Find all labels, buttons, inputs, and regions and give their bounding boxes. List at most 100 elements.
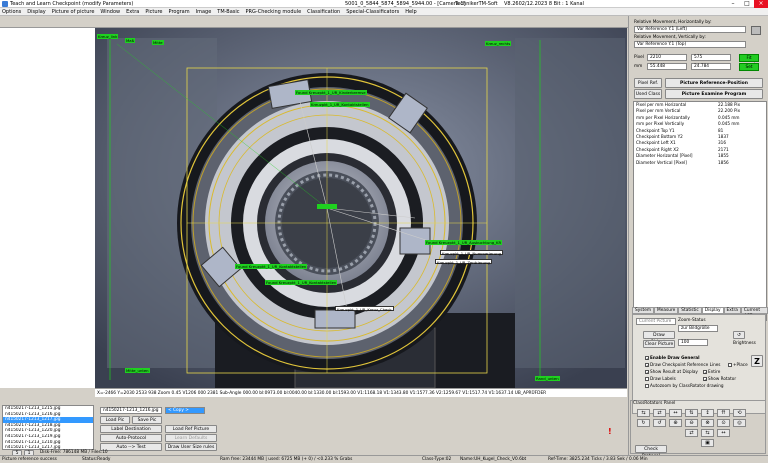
rotator-17-icon[interactable]: ↔	[717, 429, 730, 437]
mode-select[interactable]: Current Picture	[636, 318, 676, 325]
image-viewer[interactable]: Kreuz_link Maß Mitte Kreuz_rechts Mitte_…	[95, 28, 627, 388]
tab-bar: System Measure Statistic Display Extra C…	[632, 307, 768, 319]
check-protocol-button[interactable]: Check Protocol	[635, 445, 667, 459]
rotator-4-icon[interactable]: ⇅	[685, 409, 698, 417]
menu-prg-checking[interactable]: PRG-Checking module	[246, 9, 302, 15]
rotator-5-icon[interactable]: ↕	[701, 409, 714, 417]
rotator-3-icon[interactable]: ↔	[669, 409, 682, 417]
rotator-12-icon[interactable]: ⊗	[701, 419, 714, 427]
pixel-ref-button[interactable]: Pixel Ref.	[634, 78, 662, 88]
place-check[interactable]: +Place	[728, 362, 748, 367]
detection-label: Kreuzpkt_1_UR_Kontaktstellen	[310, 102, 370, 107]
entire-check[interactable]: ✓ Entire	[703, 369, 720, 374]
menu-display[interactable]: Display	[27, 9, 45, 15]
current-file-select[interactable]: n4150217-1213_1216.jpg	[100, 407, 162, 414]
show-result-check[interactable]: ✓ Show Result at Display	[645, 369, 698, 374]
pixel-label: Pixel	[634, 55, 644, 60]
param-row: Diameter Vertical [Pixel] 1856	[636, 159, 729, 165]
printer-icon[interactable]	[751, 26, 761, 35]
minimize-icon[interactable]: –	[726, 0, 740, 8]
load-ref-button[interactable]: Load Ref Picture	[165, 425, 217, 433]
rotator-10-icon[interactable]: ⊕	[669, 419, 682, 427]
draw-user-size-button[interactable]: Draw User Size rules	[165, 443, 217, 451]
mm-x-field[interactable]: 55.448	[647, 63, 687, 70]
rotator-8-icon[interactable]: ↻	[637, 419, 650, 427]
rotator-1-icon[interactable]: ⇆	[637, 409, 650, 417]
rotator-11-icon[interactable]: ⊖	[685, 419, 698, 427]
rotator-15-icon[interactable]: ⇄	[685, 429, 698, 437]
rotator-13-icon[interactable]: ⊙	[717, 419, 730, 427]
rotator-7-icon[interactable]: ⟲	[733, 409, 746, 417]
tab-statistic[interactable]: Statistic	[678, 307, 702, 314]
used-class-button[interactable]: Used Class	[634, 89, 662, 99]
zoom-z-button[interactable]: Z	[751, 355, 763, 367]
menu-classification[interactable]: Classification	[307, 9, 340, 15]
save-pic-button[interactable]: Save Pic	[132, 416, 162, 424]
menu-picture-of-picture[interactable]: Picture of picture	[52, 9, 95, 15]
fit-equal-button[interactable]: Fit equal	[739, 54, 759, 68]
load-pic-button[interactable]: Load Pic	[100, 416, 130, 424]
rotator-14-icon[interactable]: ◎	[733, 419, 746, 427]
rotator-2-icon[interactable]: ⇄	[653, 409, 666, 417]
close-icon[interactable]: ×	[754, 0, 768, 8]
menu-image[interactable]: Image	[196, 9, 212, 15]
zoom-select[interactable]: zur Bildgröße	[678, 325, 718, 332]
menu-extra[interactable]: Extra	[126, 9, 139, 15]
rel-h-select[interactable]: Var Reference Y.1 (Left)	[634, 26, 746, 33]
status-bar: Picture reference success Status:Ready R…	[0, 455, 768, 463]
app-version: TechnikerTM-Soft V8.2602/12.2023 8 Bit :…	[455, 0, 584, 7]
menu-window[interactable]: Window	[100, 9, 120, 15]
menu-bar: Options Display Picture of picture Windo…	[0, 8, 768, 16]
menu-special-classificators[interactable]: Special-Classificators	[346, 9, 399, 15]
reset-icon[interactable]: ↺	[733, 331, 745, 339]
cfp-title: ClassRotators Panel	[633, 401, 676, 406]
menu-picture[interactable]: Picture	[145, 9, 162, 15]
classrotators-panel: ClassRotators Panel ⇆ ⇄ ↔ ⇅ ↕ ⇈ ⟲ ↻ ↺ ⊕ …	[630, 400, 766, 459]
tab-display[interactable]: Display	[701, 307, 724, 314]
label-destination-button[interactable]: Label Destination	[100, 425, 162, 433]
autozoom-check[interactable]: Autozoom by ClassRotator drawing	[645, 383, 724, 388]
picture-examine-button[interactable]: Picture Examine Program	[665, 89, 763, 99]
menu-help[interactable]: Help	[405, 9, 416, 15]
auto-test-button[interactable]: Auto --> Test	[100, 443, 162, 451]
learn-defaults-button[interactable]: Learn Defaults	[165, 434, 217, 442]
mm-y-field[interactable]: 24.784	[691, 63, 731, 70]
detection-label: Found Kreuzpkt_1_UR_Ausbuchtung_KR	[425, 240, 503, 245]
menu-options[interactable]: Options	[2, 9, 21, 15]
draw-objects-button[interactable]: Draw Objects	[643, 331, 675, 345]
rel-v-select[interactable]: Var Reference Y.1 (Top)	[634, 41, 746, 48]
brightness-field[interactable]: 100	[678, 339, 708, 346]
pixel-y-field[interactable]: 575	[691, 54, 731, 61]
dark-divider	[220, 405, 616, 451]
show-rotator-check[interactable]: ✓ Show Rotator	[703, 376, 736, 381]
rotator-18-icon[interactable]: ▣	[701, 439, 714, 447]
tab-measure[interactable]: Measure	[654, 307, 679, 314]
draw-checkpoint-ref-check[interactable]: ✓ Draw Checkpoint Reference Lines	[645, 362, 721, 367]
warning-icon: !	[608, 427, 612, 436]
picture-ref-position-button[interactable]: Picture Reference-Position	[665, 78, 763, 88]
maximize-icon[interactable]: □	[740, 0, 754, 8]
detection-label: Found Kreuzpkt_1_UR_Kinderbremse	[295, 90, 367, 95]
tab-current-ace[interactable]: Current ACE	[740, 307, 768, 319]
brightness-label: Brightness	[733, 341, 756, 346]
pixel-x-field[interactable]: 2210	[647, 54, 687, 61]
rotator-6-icon[interactable]: ⇈	[717, 409, 730, 417]
set-button[interactable]: Set	[739, 63, 759, 71]
zoom-label: Zoom-Status	[678, 318, 706, 323]
clear-picture-button[interactable]: Clear Picture	[643, 340, 675, 348]
auto-protocol-button[interactable]: Auto-Protocol	[100, 434, 162, 442]
viewer-label: Maß	[125, 38, 135, 43]
tab-system[interactable]: System	[632, 307, 655, 314]
status-memory: Ram free: 23444 MB | used: 6725 MB (+ 0)…	[220, 457, 353, 462]
menu-program[interactable]: Program	[169, 9, 190, 15]
copy-select[interactable]: < Copy >	[165, 407, 205, 414]
enable-draw-general-check[interactable]: ✓ Enable Draw General	[645, 355, 700, 360]
coordinate-info-bar: X=-2466 Y=2030 2533 938 Zoom 0.45 V1206 …	[95, 388, 627, 397]
detection-label: Kreuzpkt_1_UR_Nummerierung	[440, 250, 504, 256]
menu-tm-basic[interactable]: TM-Basic	[217, 9, 239, 15]
file-list[interactable]: n4150217-1213_1215.jpg n4150217-1213_121…	[2, 405, 94, 450]
rotator-9-icon[interactable]: ↺	[653, 419, 666, 427]
tab-extra[interactable]: Extra	[723, 307, 741, 314]
rotator-16-icon[interactable]: ⇆	[701, 429, 714, 437]
draw-labels-check[interactable]: Draw Labels	[645, 376, 676, 381]
